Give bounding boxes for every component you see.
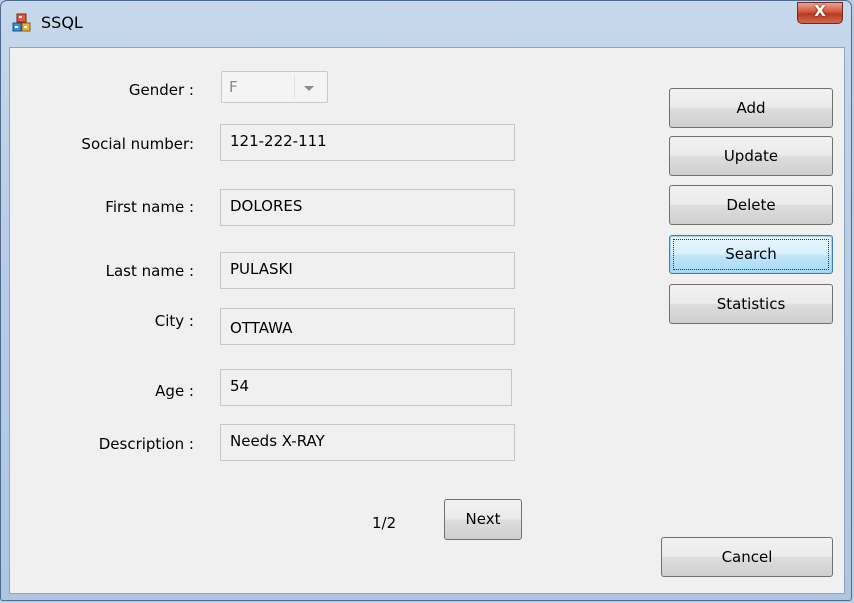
app-window: SSQL X Gender : F Social number: 121-222…	[0, 0, 852, 601]
city-label: City :	[154, 312, 194, 330]
age-label: Age :	[155, 382, 194, 400]
description-field[interactable]: Needs X-RAY	[220, 424, 515, 461]
next-button[interactable]: Next	[444, 499, 522, 540]
close-button[interactable]: X	[797, 2, 843, 24]
combo-separator	[294, 75, 295, 99]
page-indicator: 1/2	[372, 514, 397, 532]
add-button[interactable]: Add	[669, 88, 833, 128]
chevron-down-icon	[304, 86, 314, 91]
description-label: Description :	[98, 435, 194, 453]
social-number-field[interactable]: 121-222-111	[220, 124, 515, 161]
gender-label: Gender :	[128, 81, 194, 99]
age-field[interactable]: 54	[220, 369, 512, 406]
first-name-label: First name :	[105, 198, 194, 216]
gender-value: F	[229, 78, 238, 96]
delete-button[interactable]: Delete	[669, 185, 833, 225]
cancel-button[interactable]: Cancel	[661, 537, 833, 577]
title-bar[interactable]: SSQL X	[1, 1, 851, 47]
gender-select[interactable]: F	[221, 71, 328, 103]
form-panel: Gender : F Social number: 121-222-111 Fi…	[9, 47, 845, 594]
update-button[interactable]: Update	[669, 136, 833, 176]
last-name-label: Last name :	[105, 262, 194, 280]
close-icon: X	[814, 2, 826, 20]
app-blocks-icon	[12, 13, 31, 32]
city-field[interactable]: OTTAWA	[220, 308, 515, 345]
search-button[interactable]: Search	[669, 235, 833, 274]
last-name-field[interactable]: PULASKI	[220, 252, 515, 289]
window-title: SSQL	[41, 13, 83, 32]
first-name-field[interactable]: DOLORES	[220, 189, 515, 226]
social-number-label: Social number:	[81, 135, 194, 153]
statistics-button[interactable]: Statistics	[669, 284, 833, 324]
